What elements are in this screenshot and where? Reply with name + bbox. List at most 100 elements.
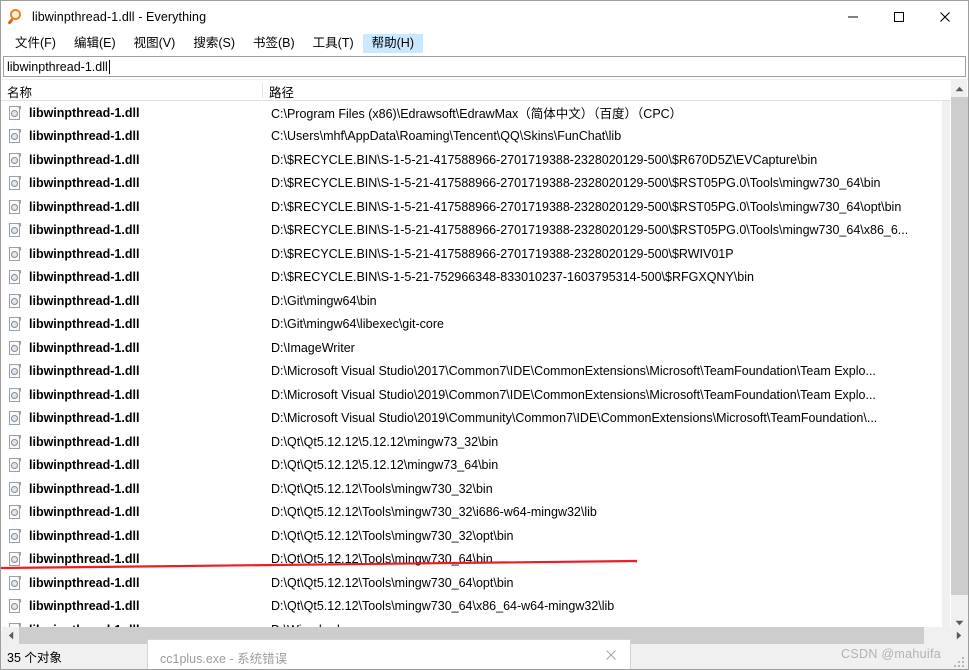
dll-file-icon: [8, 434, 22, 450]
file-name-text: libwinpthread-1.dll: [29, 152, 140, 167]
cell-name: libwinpthread-1.dll: [1, 128, 263, 144]
cell-name: libwinpthread-1.dll: [1, 246, 263, 262]
column-header-path[interactable]: 路径: [263, 80, 968, 101]
table-row[interactable]: libwinpthread-1.dll D:\Qt\Qt5.12.12\Tools…: [1, 548, 942, 572]
dll-file-icon: [8, 363, 22, 379]
text-caret: [108, 59, 110, 74]
maximize-button[interactable]: [876, 1, 922, 32]
scroll-up-arrow-icon[interactable]: [951, 80, 968, 97]
table-row[interactable]: libwinpthread-1.dll D:\Qt\Qt5.12.12\Tools…: [1, 477, 942, 501]
table-row[interactable]: libwinpthread-1.dll D:\$RECYCLE.BIN\S-1-5…: [1, 148, 942, 172]
dll-file-icon: [8, 340, 22, 356]
column-header-name-label: 名称: [7, 86, 33, 100]
cell-name: libwinpthread-1.dll: [1, 528, 263, 544]
column-header-path-label: 路径: [269, 86, 295, 100]
cell-name: libwinpthread-1.dll: [1, 434, 263, 450]
table-row[interactable]: libwinpthread-1.dll D:\Qt\Qt5.12.12\5.12.…: [1, 454, 942, 478]
file-name-text: libwinpthread-1.dll: [29, 387, 140, 402]
table-row[interactable]: libwinpthread-1.dll D:\$RECYCLE.BIN\S-1-5…: [1, 172, 942, 196]
file-name-text: libwinpthread-1.dll: [29, 599, 140, 614]
table-row[interactable]: libwinpthread-1.dll D:\$RECYCLE.BIN\S-1-5…: [1, 266, 942, 290]
cell-name: libwinpthread-1.dll: [1, 175, 263, 191]
scroll-right-arrow-icon[interactable]: [950, 627, 967, 644]
cell-path: D:\Qt\Qt5.12.12\Tools\mingw730_64\opt\bi…: [271, 575, 514, 590]
cell-path: D:\Qt\Qt5.12.12\5.12.12\mingw73_64\bin: [271, 458, 499, 473]
table-row[interactable]: libwinpthread-1.dll C:\Program Files (x86…: [1, 101, 942, 125]
dll-file-icon: [8, 504, 22, 520]
table-row[interactable]: libwinpthread-1.dll D:\Qt\Qt5.12.12\Tools…: [1, 501, 942, 525]
file-name-text: libwinpthread-1.dll: [29, 458, 140, 473]
table-row[interactable]: libwinpthread-1.dll D:\Qt\Qt5.12.12\Tools…: [1, 571, 942, 595]
file-name-text: libwinpthread-1.dll: [29, 434, 140, 449]
cell-path: C:\Users\mhf\AppData\Roaming\Tencent\QQ\…: [271, 129, 622, 144]
magnifier-icon: [6, 8, 25, 25]
cell-path: D:\Git\mingw64\libexec\git-core: [271, 317, 444, 332]
vertical-scrollbar[interactable]: [950, 80, 968, 631]
dll-file-icon: [8, 152, 22, 168]
menu-item-1[interactable]: 编辑(E): [65, 34, 125, 54]
table-row[interactable]: libwinpthread-1.dll D:\Microsoft Visual S…: [1, 383, 942, 407]
minimize-button[interactable]: [830, 1, 876, 32]
table-row[interactable]: libwinpthread-1.dll D:\Git\mingw64\bin: [1, 289, 942, 313]
close-button[interactable]: [922, 1, 968, 32]
cell-path: D:\ImageWriter: [271, 340, 355, 355]
search-input[interactable]: libwinpthread-1.dll: [3, 56, 966, 77]
table-row[interactable]: libwinpthread-1.dll D:\Microsoft Visual S…: [1, 360, 942, 384]
cell-path: D:\$RECYCLE.BIN\S-1-5-21-417588966-27017…: [271, 176, 881, 191]
column-header-name[interactable]: 名称: [1, 80, 263, 101]
dll-file-icon: [8, 175, 22, 191]
table-row[interactable]: libwinpthread-1.dll C:\Users\mhf\AppData\…: [1, 125, 942, 149]
file-name-text: libwinpthread-1.dll: [29, 199, 140, 214]
dll-file-icon: [8, 105, 22, 121]
cell-name: libwinpthread-1.dll: [1, 363, 263, 379]
cell-path: D:\$RECYCLE.BIN\S-1-5-21-752966348-83301…: [271, 270, 754, 285]
menu-item-0[interactable]: 文件(F): [6, 34, 65, 54]
cell-path: D:\Git\mingw64\bin: [271, 293, 377, 308]
title-bar: libwinpthread-1.dll - Everything: [1, 1, 968, 32]
cell-path: C:\Program Files (x86)\Edrawsoft\EdrawMa…: [271, 107, 683, 122]
table-row[interactable]: libwinpthread-1.dll D:\Qt\Qt5.12.12\5.12.…: [1, 430, 942, 454]
menu-item-6[interactable]: 帮助(H): [362, 33, 423, 54]
table-row[interactable]: libwinpthread-1.dll D:\Git\mingw64\libexe…: [1, 313, 942, 337]
dll-file-icon: [8, 598, 22, 614]
file-name-text: libwinpthread-1.dll: [29, 575, 140, 590]
cell-path: D:\Qt\Qt5.12.12\5.12.12\mingw73_32\bin: [271, 434, 499, 449]
menu-item-5[interactable]: 工具(T): [304, 34, 363, 54]
dll-file-icon: [8, 387, 22, 403]
resize-grip[interactable]: [952, 655, 964, 667]
table-row[interactable]: libwinpthread-1.dll D:\$RECYCLE.BIN\S-1-5…: [1, 219, 942, 243]
dll-file-icon: [8, 222, 22, 238]
menu-item-4[interactable]: 书签(B): [244, 34, 304, 54]
table-row[interactable]: libwinpthread-1.dll D:\ImageWriter: [1, 336, 942, 360]
cell-name: libwinpthread-1.dll: [1, 481, 263, 497]
file-name-text: libwinpthread-1.dll: [29, 129, 140, 144]
table-row[interactable]: libwinpthread-1.dll D:\Qt\Qt5.12.12\Tools…: [1, 524, 942, 548]
cell-name: libwinpthread-1.dll: [1, 575, 263, 591]
file-name-text: libwinpthread-1.dll: [29, 505, 140, 520]
dll-file-icon: [8, 528, 22, 544]
table-row[interactable]: libwinpthread-1.dll D:\$RECYCLE.BIN\S-1-5…: [1, 195, 942, 219]
file-name-text: libwinpthread-1.dll: [29, 340, 140, 355]
everything-window: libwinpthread-1.dll - Everything 文件(F) 编辑…: [0, 0, 969, 670]
table-row[interactable]: libwinpthread-1.dll D:\$RECYCLE.BIN\S-1-5…: [1, 242, 942, 266]
search-bar: libwinpthread-1.dll: [1, 55, 968, 79]
file-name-text: libwinpthread-1.dll: [29, 246, 140, 261]
cell-name: libwinpthread-1.dll: [1, 457, 263, 473]
cell-path: D:\$RECYCLE.BIN\S-1-5-21-417588966-27017…: [271, 199, 902, 214]
menu-item-2[interactable]: 视图(V): [125, 34, 185, 54]
table-row[interactable]: libwinpthread-1.dll D:\Qt\Qt5.12.12\Tools…: [1, 595, 942, 619]
dialog-close-button[interactable]: [602, 646, 620, 664]
cell-path: D:\Microsoft Visual Studio\2017\Common7\…: [271, 364, 876, 379]
cell-name: libwinpthread-1.dll: [1, 316, 263, 332]
menu-item-3[interactable]: 搜索(S): [184, 34, 244, 54]
vertical-scrollbar-thumb[interactable]: [951, 97, 968, 595]
file-name-text: libwinpthread-1.dll: [29, 317, 140, 332]
results-list[interactable]: libwinpthread-1.dll C:\Program Files (x86…: [1, 101, 942, 631]
system-error-dialog[interactable]: cc1plus.exe - 系统错误: [147, 639, 631, 669]
scroll-left-arrow-icon[interactable]: [2, 627, 19, 644]
file-name-text: libwinpthread-1.dll: [29, 270, 140, 285]
dll-file-icon: [8, 246, 22, 262]
cell-path: D:\Qt\Qt5.12.12\Tools\mingw730_32\i686-w…: [271, 505, 597, 520]
table-row[interactable]: libwinpthread-1.dll D:\Microsoft Visual S…: [1, 407, 942, 431]
cell-path: D:\Microsoft Visual Studio\2019\Common7\…: [271, 387, 876, 402]
